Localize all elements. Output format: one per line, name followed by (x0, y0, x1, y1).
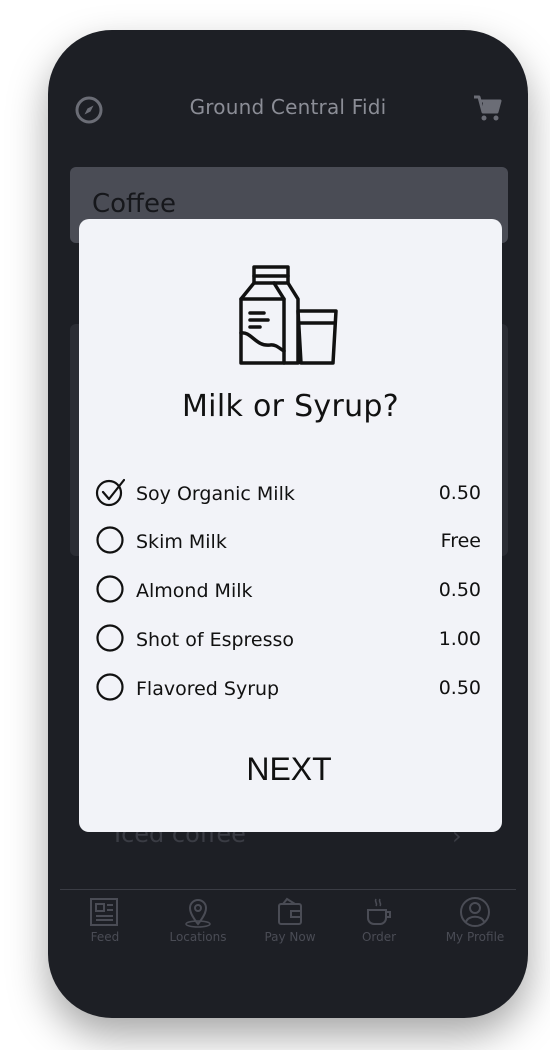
tab-order[interactable]: Order (339, 896, 419, 944)
option-flavored-syrup[interactable]: Flavored Syrup 0.50 (95, 672, 481, 706)
empty-circle-icon[interactable] (95, 525, 125, 555)
option-shot-of-espresso[interactable]: Shot of Espresso 1.00 (95, 623, 481, 657)
map-pin-icon (185, 899, 211, 928)
tab-label: Feed (90, 930, 120, 944)
tab-feed[interactable]: Feed (65, 896, 145, 944)
empty-circle-icon[interactable] (95, 574, 125, 604)
option-skim-milk[interactable]: Skim Milk Free (95, 525, 481, 559)
empty-circle-icon[interactable] (95, 623, 125, 653)
tab-label: Locations (169, 930, 227, 944)
next-button[interactable]: NEXT (209, 747, 369, 791)
milk-or-syrup-dialog: Milk or Syrup? Soy Organic Milk 0.50 Ski… (79, 219, 502, 832)
tab-label: Order (361, 930, 397, 944)
option-soy-organic-milk[interactable]: Soy Organic Milk 0.50 (95, 477, 481, 511)
newspaper-icon (90, 898, 118, 926)
tabbar-divider (60, 889, 516, 890)
dialog-title: Milk or Syrup? (182, 389, 399, 424)
option-label: Flavored Syrup (136, 678, 280, 700)
tab-locations[interactable]: Locations (158, 896, 238, 944)
option-price: Free (440, 530, 481, 552)
tab-my-profile[interactable]: My Profile (435, 896, 515, 944)
option-price: 0.50 (438, 579, 481, 601)
user-icon (460, 897, 490, 927)
option-almond-milk[interactable]: Almond Milk 0.50 (95, 574, 481, 608)
tab-bar: Feed Locations Pay Now Order My Profile (48, 896, 528, 956)
cart-icon[interactable] (472, 93, 504, 123)
option-price: 0.50 (438, 482, 481, 504)
option-label: Skim Milk (136, 531, 227, 553)
option-price: 0.50 (438, 677, 481, 699)
coffee-cup-icon (367, 898, 391, 925)
milk-carton-and-glass-icon (239, 265, 338, 365)
tab-label: My Profile (445, 930, 505, 944)
wallet-icon (278, 897, 302, 925)
option-price: 1.00 (438, 628, 481, 650)
option-label: Almond Milk (136, 580, 253, 602)
tab-pay-now[interactable]: Pay Now (250, 896, 330, 944)
empty-circle-icon[interactable] (95, 672, 125, 702)
option-label: Shot of Espresso (136, 629, 295, 651)
tab-label: Pay Now (264, 930, 316, 944)
category-card-label: Coffee (92, 189, 176, 219)
checked-circle-icon[interactable] (95, 477, 125, 507)
option-label: Soy Organic Milk (136, 483, 295, 505)
location-title: Ground Central Fidi (189, 95, 387, 119)
